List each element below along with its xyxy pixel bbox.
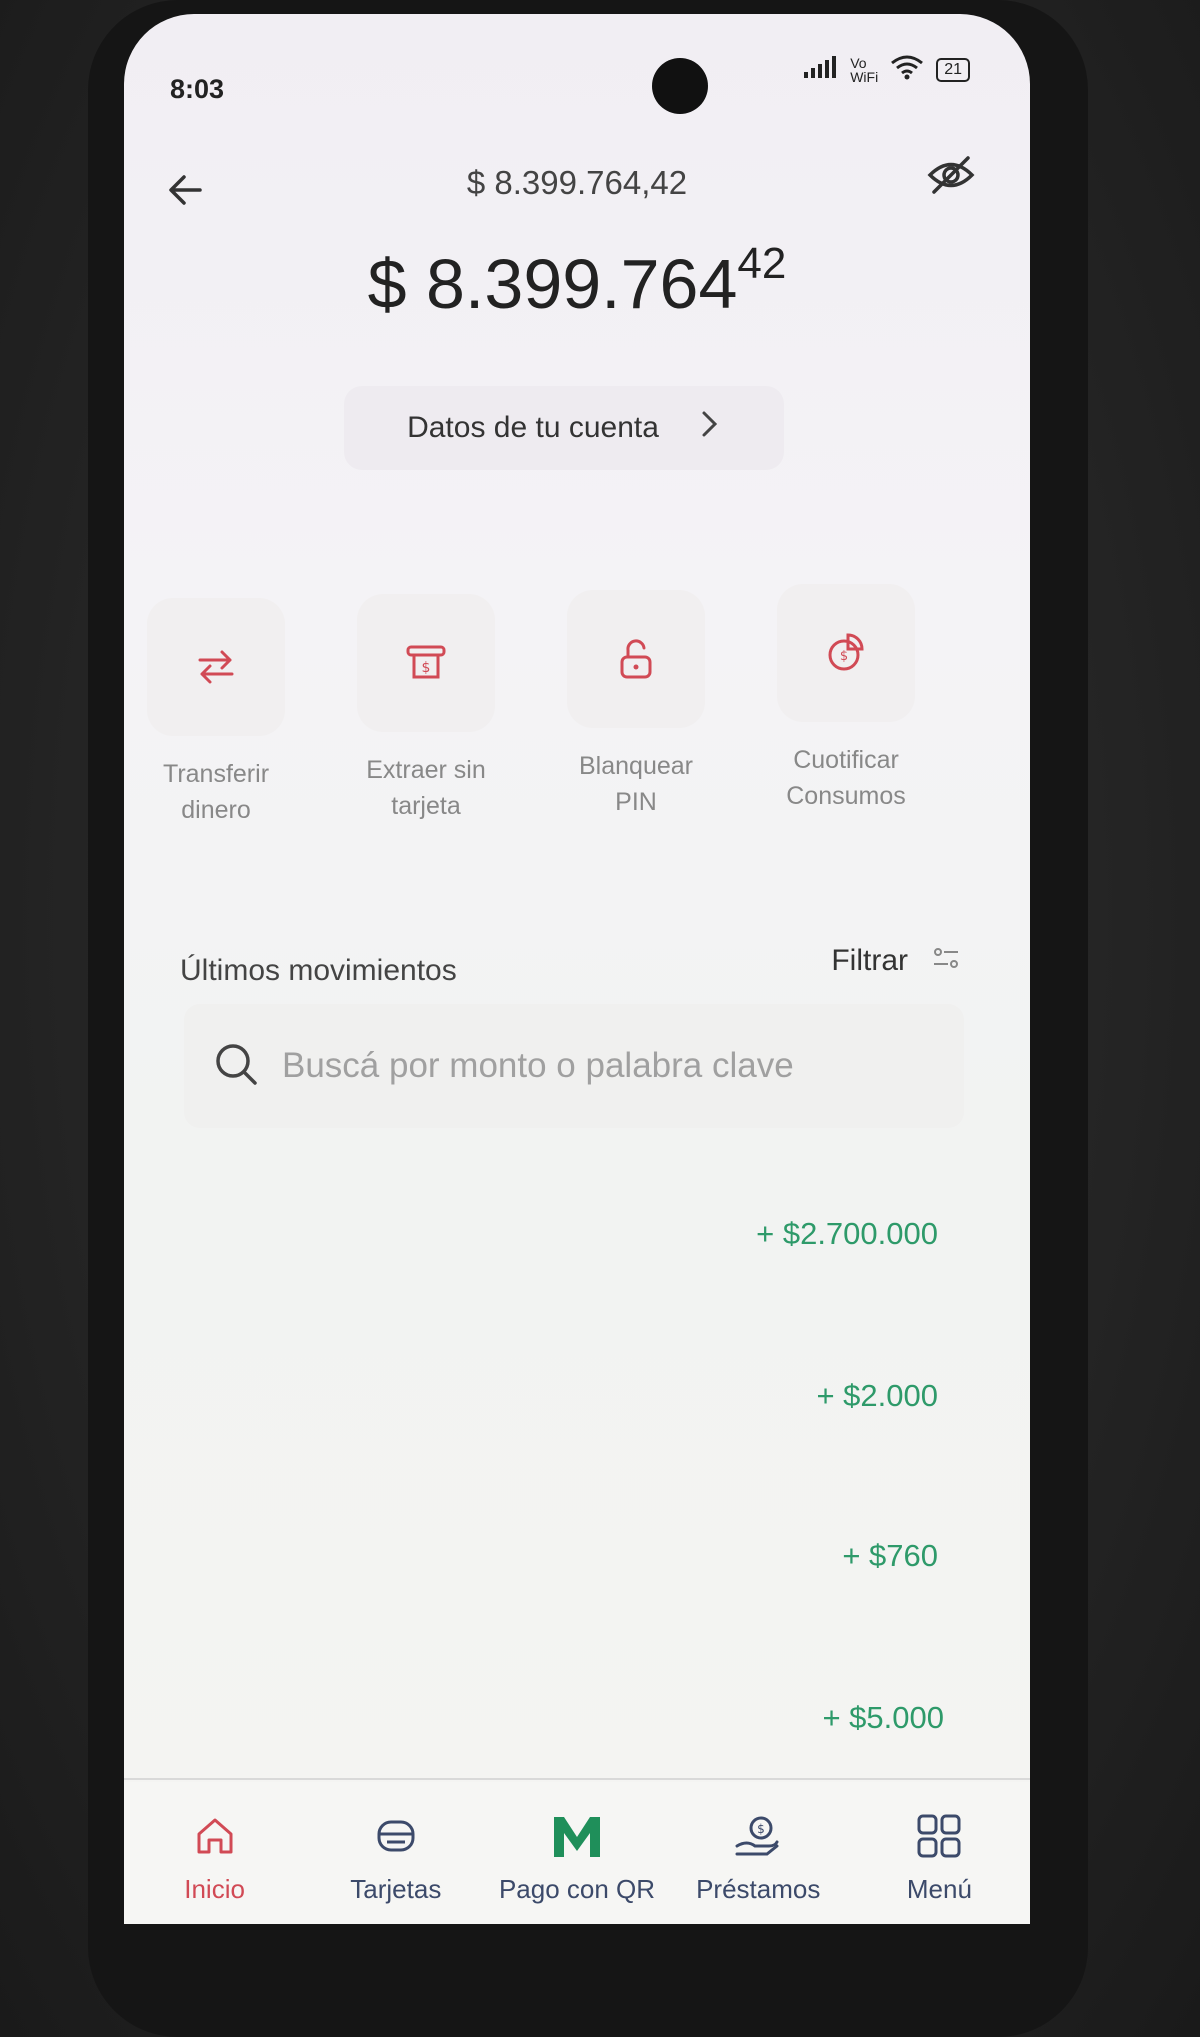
search-icon [212, 1040, 260, 1092]
action-label: Extraer sin tarjeta [366, 756, 486, 820]
account-details-label: Datos de tu cuenta [407, 411, 659, 444]
movements-title: Últimos movimientos [180, 954, 457, 987]
front-camera [652, 58, 708, 114]
svg-text:$: $ [840, 649, 848, 664]
nav-item-pago-qr[interactable]: Pago con QR [486, 1782, 667, 1924]
status-time: 8:03 [170, 74, 225, 104]
movement-amount[interactable]: + $5.000 [822, 1700, 944, 1736]
action-label: Blanquear PIN [579, 752, 693, 816]
movement-amount[interactable]: + $2.000 [816, 1378, 938, 1414]
movement-amount[interactable]: + $760 [842, 1538, 938, 1574]
account-details-button[interactable]: Datos de tu cuenta [344, 386, 784, 470]
wifi-icon [890, 54, 924, 86]
m-logo-icon [486, 1808, 667, 1864]
installments-icon: $ [828, 633, 864, 671]
header-balance: $ 8.399.764,42 [466, 164, 688, 201]
home-icon [124, 1808, 305, 1864]
nav-label: Menú [906, 1874, 972, 1904]
status-icons: Vo WiFi 21 [804, 54, 970, 86]
movements-list: + $2.700.000 + $2.000 + $760 + $5.000 [184, 1154, 974, 1784]
action-transfer[interactable]: Transferir dinero [136, 598, 296, 828]
nav-label: Pago con QR [498, 1874, 656, 1904]
svg-text:$: $ [422, 660, 431, 676]
nav-item-inicio[interactable]: Inicio [124, 1782, 305, 1924]
unlock-icon [620, 639, 652, 679]
nav-divider [124, 1778, 1030, 1780]
balance-cents: 42 [737, 238, 787, 288]
nav-item-menu[interactable]: Menú [849, 1782, 1030, 1924]
network-label: Vo WiFi [850, 55, 879, 85]
action-tile[interactable]: $ [777, 584, 915, 722]
loan-icon: $ [668, 1808, 849, 1864]
action-cardless-withdraw[interactable]: $ Extraer sin tarjeta [346, 594, 506, 824]
hide-balance-button[interactable] [924, 148, 978, 202]
app-screen: 8:03 Vo WiFi 21 $ 8.399.764,42 $ 8.399.7… [124, 14, 1030, 1924]
battery-icon: 21 [936, 58, 970, 82]
movement-amount[interactable]: + $2.700.000 [756, 1216, 938, 1252]
search-bar[interactable] [184, 1004, 964, 1128]
action-label: Transferir dinero [162, 760, 270, 824]
action-tile[interactable] [147, 598, 285, 736]
chevron-right-icon [699, 409, 721, 447]
action-reset-pin[interactable]: Blanquear PIN [556, 590, 716, 820]
search-input[interactable] [280, 1045, 884, 1087]
bottom-nav: Inicio Tarjetas Pago con QR $ Préstamos … [124, 1782, 1030, 1924]
action-tile[interactable]: $ [357, 594, 495, 732]
action-label: Cuotificar Consumos [786, 746, 906, 810]
filter-label: Filtrar [831, 944, 908, 977]
action-installments[interactable]: $ Cuotificar Consumos [766, 584, 926, 814]
signal-icon [804, 56, 838, 84]
nav-label: Tarjetas [350, 1874, 442, 1904]
eye-off-icon [927, 156, 975, 194]
account-balance: $ 8.399.76442 [124, 239, 1030, 324]
nav-item-prestamos[interactable]: $ Préstamos [668, 1782, 849, 1924]
nav-label: Inicio [184, 1874, 245, 1904]
grid-icon [849, 1808, 1030, 1864]
filter-button[interactable]: Filtrar [831, 944, 960, 978]
svg-text:$: $ [757, 1822, 765, 1836]
transfer-icon [198, 650, 234, 684]
cash-withdraw-icon: $ [406, 645, 446, 679]
cards-icon [305, 1808, 486, 1864]
nav-label: Préstamos [696, 1874, 821, 1904]
balance-integer: $ 8.399.764 [367, 245, 738, 323]
nav-item-tarjetas[interactable]: Tarjetas [305, 1782, 486, 1924]
filter-icon [932, 944, 960, 978]
action-tile[interactable] [567, 590, 705, 728]
